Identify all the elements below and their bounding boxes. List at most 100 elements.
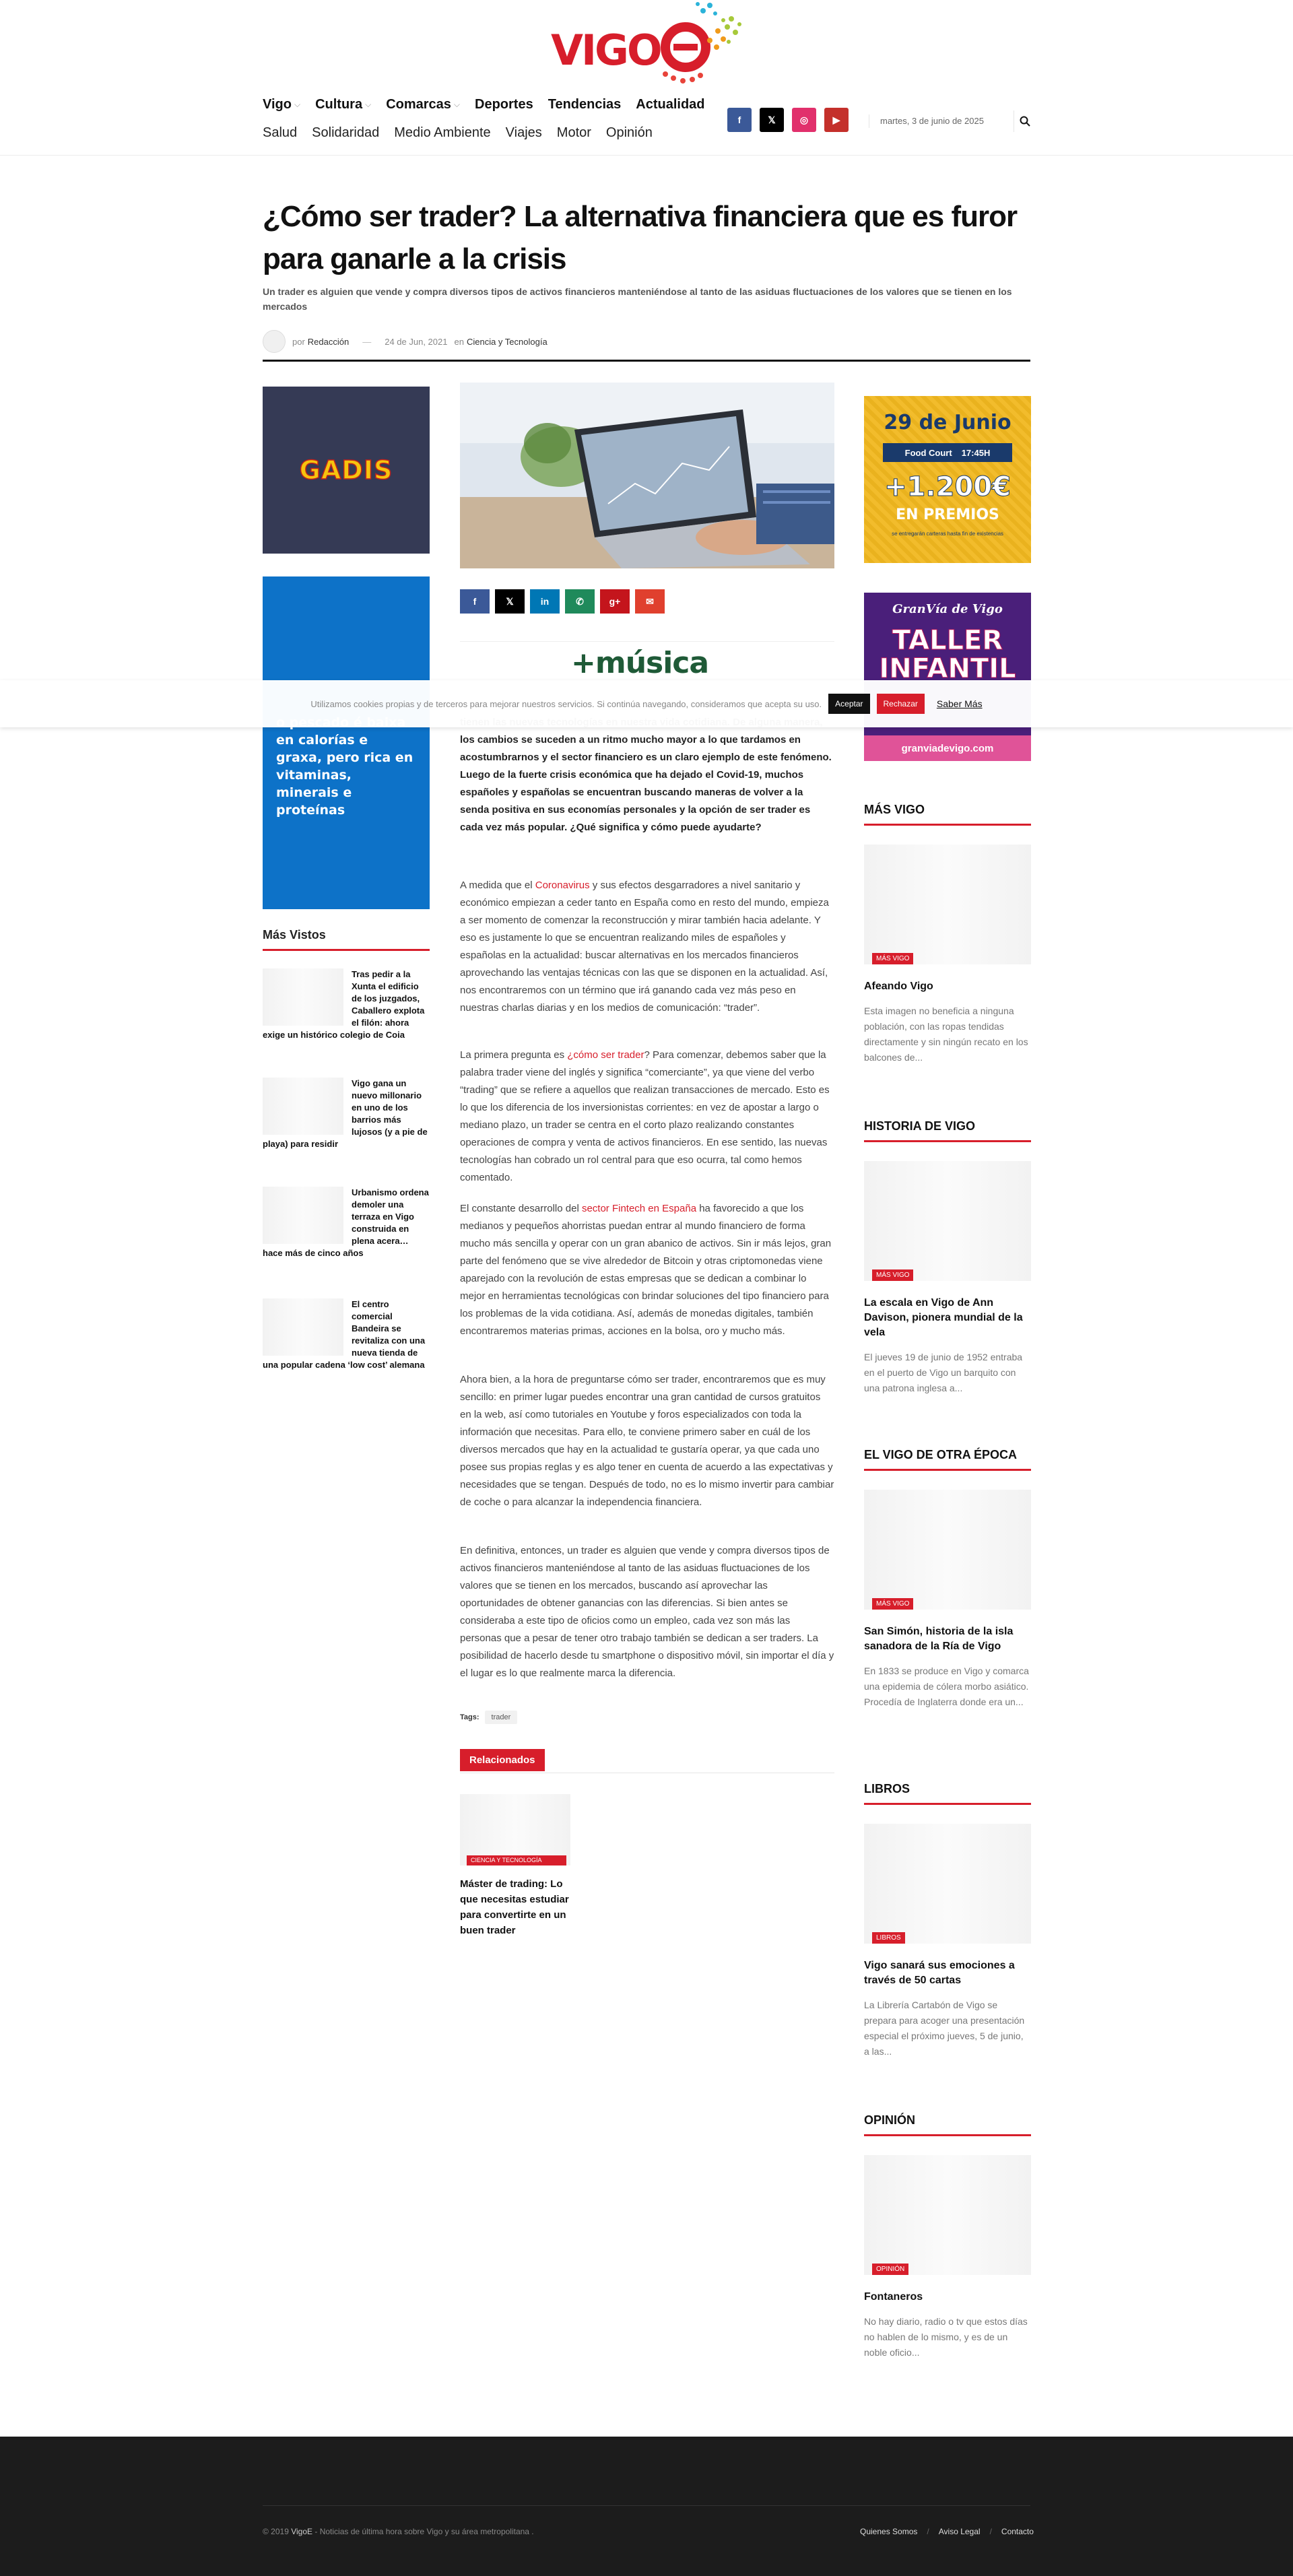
ad1-info: Food Court 17:45H (883, 443, 1012, 462)
mas-vistos-item[interactable]: Vigo gana un nuevo millonario en uno de … (263, 1078, 430, 1150)
footer-copyright: © 2019 VigoE - Noticias de última hora s… (263, 2527, 534, 2536)
author-avatar (263, 330, 286, 353)
musica-banner-text: +música (571, 646, 709, 680)
sidebar-card-category[interactable]: LIBROS (872, 1932, 905, 1944)
sidebar-card-category[interactable]: MÁS VIGO (872, 1269, 914, 1281)
nav-item-label: Deportes (475, 97, 533, 112)
share-linkedin-icon[interactable]: in (530, 589, 560, 614)
site-logo[interactable]: VIGO (551, 0, 746, 86)
coronavirus-link[interactable]: Coronavirus (535, 880, 590, 891)
ad2-line1: TALLER (892, 625, 1003, 656)
meta-sep: — (362, 336, 372, 347)
copy-brand-link[interactable]: VigoE (291, 2527, 312, 2536)
related-label: Relacionados (460, 1749, 545, 1771)
facebook-icon[interactable]: f (727, 108, 752, 132)
nav-item-4[interactable]: Tendencias (548, 97, 622, 112)
publish-date: 24 de Jun, 2021 (385, 336, 448, 347)
sidebar-card[interactable]: MÁS VIGO Afeando Vigo Esta imagen no benef… (864, 845, 1031, 1065)
fintech-link[interactable]: sector Fintech en España (582, 1203, 696, 1214)
sidebar-card-title[interactable]: Vigo sanará sus emociones a través de 50… (864, 1958, 1031, 1988)
sidebar-card[interactable]: MÁS VIGO La escala en Vigo de Ann Davison… (864, 1161, 1031, 1396)
related-category[interactable]: CIENCIA Y TECNOLOGÍA (467, 1855, 566, 1865)
share-x-icon[interactable]: 𝕏 (495, 589, 525, 614)
cookie-reject-button[interactable]: Rechazar (876, 694, 925, 714)
cookie-bar: Utilizamos cookies propias y de terceros… (0, 680, 1293, 727)
share-email-icon[interactable]: ✉ (635, 589, 665, 614)
article-lead: tienen las nuevas tecnologías en nuestra… (460, 717, 832, 833)
related-header: Relacionados (460, 1749, 834, 1773)
header-divider (0, 155, 1293, 156)
musica-banner[interactable]: +música (460, 641, 834, 683)
youtube-icon[interactable]: ▶ (824, 108, 849, 132)
footer-link-aviso-legal[interactable]: Aviso Legal (939, 2527, 981, 2536)
fish-ad[interactable]: o pescado é baixa en calorías e graxa, p… (263, 576, 430, 909)
food-court-ad[interactable]: 29 de Junio Food Court 17:45H +1.200€ EN… (864, 396, 1031, 563)
nav-secondary-item-3[interactable]: Viajes (506, 125, 542, 141)
gadis-ad[interactable]: GADIS (263, 387, 430, 554)
sidebar-card-thumbnail[interactable]: OPINIÓN (864, 2155, 1031, 2275)
mas-vistos-item[interactable]: El centro comercial Bandeira se revitali… (263, 1298, 430, 1371)
sidebar-card-title[interactable]: San Simón, historia de la isla sanadora … (864, 1624, 1031, 1654)
nav-secondary-item-0[interactable]: Salud (263, 125, 297, 141)
taller-infantil-ad[interactable]: GranVía de Vigo TALLER INFANTIL granviad… (864, 593, 1031, 761)
share-google-plus-icon[interactable]: g+ (600, 589, 630, 614)
nav-item-2[interactable]: Comarcas ⌵ (386, 97, 460, 112)
paragraph-5: En definitiva, entonces, un trader es al… (460, 1545, 834, 1679)
current-date: martes, 3 de junio de 2025 (869, 114, 984, 128)
sidebar-card-thumbnail[interactable]: LIBROS (864, 1824, 1031, 1944)
mas-vistos-thumbnail[interactable] (263, 1078, 343, 1135)
x-icon[interactable]: 𝕏 (760, 108, 784, 132)
sidebar-card-title[interactable]: Fontaneros (864, 2290, 1031, 2305)
sidebar-card-category[interactable]: MÁS VIGO (872, 953, 914, 964)
cookie-more-link[interactable]: Saber Más (937, 698, 983, 709)
nav-item-5[interactable]: Actualidad (636, 97, 704, 112)
mas-vistos-thumbnail[interactable] (263, 1298, 343, 1356)
search-icon[interactable] (1014, 110, 1035, 132)
instagram-icon[interactable]: ◎ (792, 108, 816, 132)
related-thumbnail[interactable]: CIENCIA Y TECNOLOGÍA (460, 1794, 570, 1865)
nav-secondary-item-5[interactable]: Opinión (606, 125, 653, 141)
chevron-down-icon: ⌵ (453, 100, 461, 109)
nav-secondary-item-1[interactable]: Solidaridad (312, 125, 379, 141)
sidebar-card[interactable]: OPINIÓN Fontaneros No hay diario, radio o … (864, 2155, 1031, 2360)
tag-trader[interactable]: trader (484, 1711, 518, 1724)
p1-text-a: A medida que el (460, 880, 535, 891)
sidebar-card-category[interactable]: OPINIÓN (872, 2264, 909, 2275)
tags-row: Tags: trader (460, 1711, 518, 1724)
chevron-down-icon: ⌵ (365, 100, 372, 109)
footer-link-contacto[interactable]: Contacto (1001, 2527, 1034, 2536)
sidebar-card-category[interactable]: MÁS VIGO (872, 1598, 914, 1610)
sidebar-card-title[interactable]: Afeando Vigo (864, 979, 1031, 994)
author-link[interactable]: Redacción (308, 337, 349, 347)
nav-item-0[interactable]: Vigo ⌵ (263, 97, 300, 112)
sidebar-card-thumbnail[interactable]: MÁS VIGO (864, 1161, 1031, 1281)
paragraph-4: Ahora bien, a la hora de preguntarse cóm… (460, 1374, 834, 1508)
share-whatsapp-icon[interactable]: ✆ (565, 589, 595, 614)
sidebar-card-thumbnail[interactable]: MÁS VIGO (864, 1490, 1031, 1610)
share-facebook-icon[interactable]: f (460, 589, 490, 614)
mas-vistos-thumbnail[interactable] (263, 968, 343, 1026)
article-title: ¿Cómo ser trader? La alternativa financi… (263, 200, 1018, 275)
mas-vistos-item[interactable]: Urbanismo ordena demoler una terraza en … (263, 1187, 430, 1259)
como-ser-trader-link[interactable]: ¿cómo ser trader (567, 1049, 644, 1061)
category-link[interactable]: Ciencia y Tecnología (467, 337, 548, 347)
site-footer (0, 2437, 1293, 2576)
secondary-nav: Salud Solidaridad Medio Ambiente Viajes Moto… (263, 125, 653, 141)
related-title[interactable]: Máster de trading: Lo que necesitas estu… (460, 1876, 570, 1938)
footer-link-quienes-somos[interactable]: Quienes Somos (860, 2527, 917, 2536)
sidebar-card-thumbnail[interactable]: MÁS VIGO (864, 845, 1031, 964)
copy-post: - Noticias de última hora sobre Vigo y s… (312, 2527, 534, 2536)
sidebar-card-title[interactable]: La escala en Vigo de Ann Davison, pioner… (864, 1296, 1031, 1340)
sidebar-card[interactable]: LIBROS Vigo sanará sus emociones a través… (864, 1824, 1031, 2059)
nav-item-label: Cultura (315, 97, 363, 112)
mas-vistos-thumbnail[interactable] (263, 1187, 343, 1244)
nav-secondary-item-2[interactable]: Medio Ambiente (394, 125, 490, 141)
nav-item-3[interactable]: Deportes (475, 97, 533, 112)
cookie-accept-button[interactable]: Aceptar (828, 694, 870, 714)
nav-item-1[interactable]: Cultura ⌵ (315, 97, 371, 112)
mas-vistos-item[interactable]: Tras pedir a la Xunta el edificio de los… (263, 968, 430, 1041)
sidebar-card[interactable]: MÁS VIGO San Simón, historia de la isla s… (864, 1490, 1031, 1710)
related-card[interactable]: CIENCIA Y TECNOLOGÍA Máster de trading: … (460, 1794, 570, 1938)
nav-secondary-item-4[interactable]: Motor (557, 125, 591, 141)
ad2-url: granviadevigo.com (864, 735, 1031, 761)
